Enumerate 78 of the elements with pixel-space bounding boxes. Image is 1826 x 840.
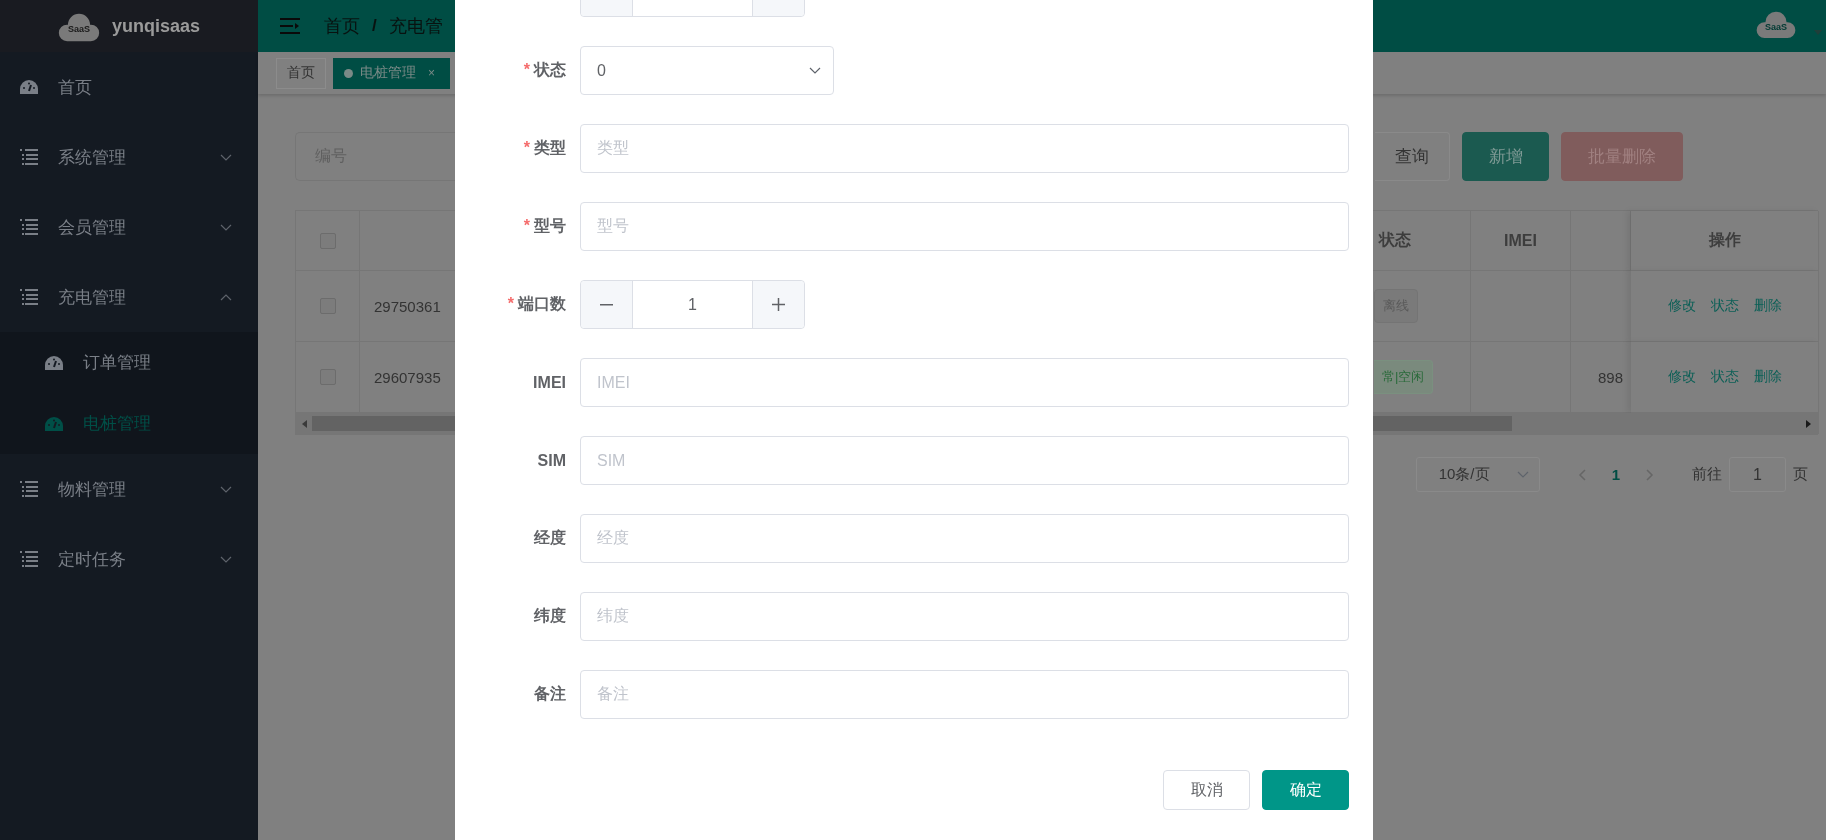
list-icon xyxy=(20,149,38,165)
page-number[interactable]: 1 xyxy=(1611,466,1620,483)
table-cell: 29607935 xyxy=(374,368,441,386)
column-header: 状态 xyxy=(1379,230,1411,250)
list-icon xyxy=(20,551,38,567)
page-input[interactable]: 1 xyxy=(1729,457,1786,492)
status-tag: 常|空闲 xyxy=(1374,360,1434,394)
query-button[interactable]: 查询 xyxy=(1375,132,1450,181)
add-button[interactable]: 新增 xyxy=(1462,132,1549,181)
menu-item[interactable]: 首页 xyxy=(0,52,258,122)
action-link[interactable]: 删除 xyxy=(1753,297,1782,315)
field-label: * 类型 xyxy=(522,138,566,158)
menu-item[interactable]: 充电管理 xyxy=(0,262,258,332)
select-field[interactable]: 0 xyxy=(580,46,834,95)
menu-item[interactable]: 物料管理 xyxy=(0,454,258,524)
column-header: 操作 xyxy=(1708,230,1741,250)
breadcrumb-item[interactable]: 充电管 xyxy=(388,14,443,38)
menu-icon[interactable] xyxy=(280,18,300,34)
field-label: * 型号 xyxy=(522,216,566,236)
menu-item[interactable]: 会员管理 xyxy=(0,192,258,262)
gauge-icon xyxy=(45,355,63,370)
app-title: yunqisaas xyxy=(112,15,201,37)
field-label: 纬度 xyxy=(533,606,566,626)
plus-icon[interactable] xyxy=(772,298,785,311)
chevron-icon xyxy=(220,485,232,493)
chevron-icon xyxy=(220,293,232,301)
chevron-icon xyxy=(1516,471,1529,478)
dot-icon xyxy=(344,68,353,78)
gauge-icon xyxy=(45,416,63,431)
input-field[interactable]: 型号 xyxy=(580,202,1349,251)
input-field[interactable]: SIM xyxy=(580,436,1349,485)
goto-label: 前往 xyxy=(1692,465,1722,484)
action-link[interactable]: 状态 xyxy=(1710,297,1739,315)
input-field[interactable]: 经度 xyxy=(580,514,1349,563)
minus-icon[interactable] xyxy=(600,303,613,306)
confirm-button[interactable]: 确定 xyxy=(1262,770,1349,810)
field-label: 备注 xyxy=(533,684,566,704)
input-field[interactable]: 纬度 xyxy=(580,592,1349,641)
action-link[interactable]: 删除 xyxy=(1753,368,1782,386)
page-tab[interactable]: 电桩管理 × xyxy=(333,57,450,89)
action-link[interactable]: 状态 xyxy=(1710,368,1739,386)
field-label: IMEI xyxy=(532,373,566,392)
column-header: IMEI xyxy=(1504,231,1537,250)
field-label: * 端口数 xyxy=(506,294,566,314)
cancel-button[interactable]: 取消 xyxy=(1163,770,1250,810)
chevron-icon xyxy=(809,67,821,74)
table-cell: 898 xyxy=(1598,368,1624,386)
action-link[interactable]: 修改 xyxy=(1667,297,1696,315)
close-icon[interactable]: × xyxy=(428,66,435,80)
left-arrow-icon[interactable] xyxy=(302,419,307,428)
breadcrumb-item[interactable]: 首页 xyxy=(324,14,360,38)
list-icon xyxy=(20,481,38,497)
next-icon[interactable] xyxy=(1646,468,1654,481)
chevron-icon xyxy=(220,153,232,161)
submenu-item[interactable]: 订单管理 xyxy=(0,332,258,393)
field-label: 经度 xyxy=(533,528,566,548)
gauge-icon xyxy=(20,80,38,94)
field-label: * 状态 xyxy=(522,60,566,80)
input-field[interactable]: IMEI xyxy=(580,358,1349,407)
chevron-icon xyxy=(220,223,232,231)
chevron-icon xyxy=(220,555,232,563)
action-link[interactable]: 修改 xyxy=(1667,368,1696,386)
menu-item[interactable]: 定时任务 xyxy=(0,524,258,594)
page-suffix: 页 xyxy=(1793,465,1808,484)
page-tab[interactable]: 首页 xyxy=(276,57,326,89)
list-icon xyxy=(20,289,38,305)
page-size-select[interactable]: 10条/页 xyxy=(1415,457,1540,492)
field-label: SIM xyxy=(536,451,566,470)
caret-icon[interactable] xyxy=(1814,30,1822,35)
table-cell: 29750361 xyxy=(374,297,441,315)
right-arrow-icon[interactable] xyxy=(1806,419,1811,428)
input-field[interactable]: 类型 xyxy=(580,124,1349,173)
prev-icon[interactable] xyxy=(1577,468,1586,481)
list-icon xyxy=(20,219,38,235)
menu-item[interactable]: 系统管理 xyxy=(0,122,258,192)
input-field[interactable]: 备注 xyxy=(580,670,1349,719)
breadcrumb-separator: / xyxy=(372,16,377,36)
number-field[interactable]: 1 xyxy=(580,280,805,329)
